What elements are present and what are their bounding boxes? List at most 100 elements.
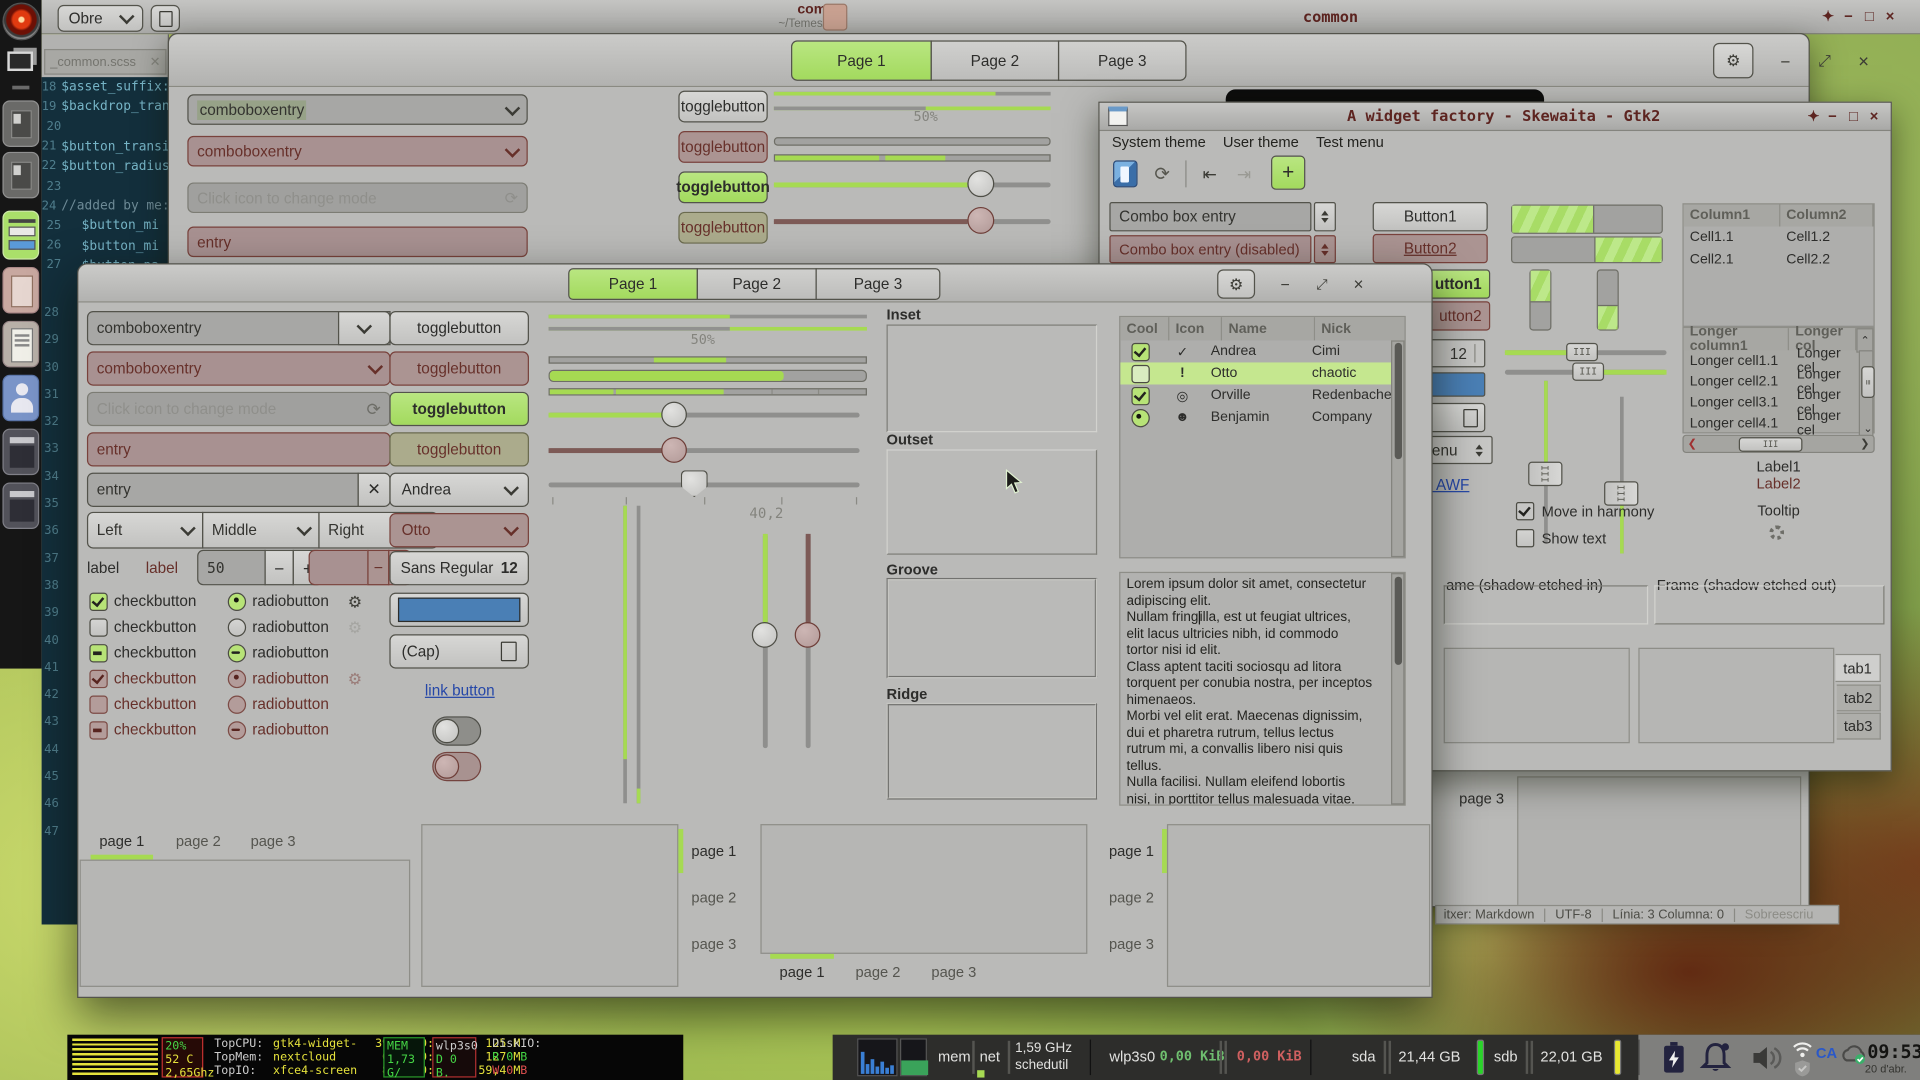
dock-item-notes[interactable] [2,267,39,314]
radio-mixed-icon[interactable] [228,643,246,661]
chevron-down-icon[interactable] [505,100,521,116]
front-spinbutton[interactable]: 50 − + [197,551,323,584]
combo-left[interactable]: Left [87,512,203,549]
common-minimize-button[interactable]: − [1774,47,1796,76]
common-maximize-button[interactable]: ⤢ [1813,47,1835,76]
table-cell[interactable]: Longer cel [1791,413,1859,434]
vertical-scrollbar[interactable] [1391,340,1404,557]
toolbar-refresh-icon[interactable]: ⟳ [1150,160,1174,187]
nb1-tab-page2[interactable]: page 2 [168,828,229,855]
panel-sdb-label[interactable]: sdb [1494,1048,1518,1065]
front-togglebutton-1[interactable]: togglebutton [389,311,529,345]
dock-item-file1[interactable] [2,100,39,147]
toolbar-add-button[interactable]: + [1271,156,1305,190]
front-textview[interactable]: Lorem ipsum dolor sit amet, consectetur … [1119,572,1406,806]
front-combo-name[interactable]: Andrea [389,473,529,507]
table-cell[interactable]: Longer cell4.1 [1684,413,1791,434]
nb4-tab-page3[interactable]: page 3 [1101,922,1162,966]
front-file-button[interactable]: (Cap) [389,634,529,668]
checkbox-checked-icon[interactable] [1131,342,1149,360]
gtk2-vslider-2[interactable]: III [1609,397,1636,554]
front-tab-page2[interactable]: Page 2 [697,268,817,300]
column-header-cool[interactable]: Cool [1120,317,1169,340]
panel-wlp-label[interactable]: wlp3s0 [1109,1048,1155,1065]
table-row[interactable]: ◎ Orville Redenbacher [1120,384,1404,406]
nb1-tab-page1[interactable]: page 1 [91,828,153,855]
checkbox-mixed-icon[interactable] [89,643,107,661]
notification-bell-icon[interactable] [1700,1042,1732,1074]
common-gear-button[interactable]: ⚙ [1713,43,1753,79]
shield-icon[interactable] [1793,1059,1813,1077]
scroll-up-button[interactable]: ⌃ [1857,328,1874,352]
table-cell[interactable]: Longer cell3.1 [1684,392,1791,413]
radio-checked-icon[interactable] [228,592,246,610]
table-cell[interactable]: Cell2.1 [1684,249,1781,271]
vertical-scrollbar[interactable]: ≡ ⌄ [1859,350,1874,437]
table-row-selected[interactable]: ! Otto chaotic [1120,362,1404,384]
front-color-button[interactable] [389,593,529,627]
common-tab-page1[interactable]: Page 1 [791,40,932,80]
wifi-icon[interactable] [1791,1041,1813,1058]
column-header-name[interactable]: Name [1222,317,1315,340]
close-button[interactable]: × [1886,7,1895,24]
gtk2-hscrollbar[interactable]: ❮ III ❯ [1682,435,1874,453]
combo-middle[interactable]: Middle [202,512,320,549]
dock-item-terminal2[interactable] [2,482,39,529]
tab-close-icon[interactable]: ✕ [150,54,161,69]
nb3-tab-page1[interactable]: page 1 [770,959,834,986]
gtk2-button1[interactable]: Button1 [1373,202,1488,231]
menu-system-theme[interactable]: System theme [1112,133,1206,150]
front-link-button[interactable]: link button [425,682,495,699]
nb3-tab-page2[interactable]: page 2 [846,959,910,986]
dock-item-file2[interactable] [2,152,39,199]
column-header[interactable]: Column2 [1780,204,1873,226]
common-headerbar[interactable]: Page 1 Page 2 Page 3 ⚙ − ⤢ × [169,34,1809,87]
table-row[interactable]: ☻ Benjamin Company [1120,407,1404,429]
panel-mem-label[interactable]: mem [938,1048,971,1065]
common-slider-1[interactable] [774,167,1051,201]
open-button[interactable]: Obre [58,5,144,32]
gear-icon[interactable]: ⚙ [348,593,362,609]
new-tab-button[interactable] [151,5,180,32]
front-font-button[interactable]: Sans Regular 12 [389,551,529,585]
table-cell[interactable]: Cell1.2 [1780,227,1873,249]
checkbox-checked-icon[interactable] [1131,386,1149,404]
dock-item-terminal1[interactable] [2,429,39,476]
net-graph[interactable] [900,1038,927,1076]
gtk2-table1[interactable]: Column1 Column2 Cell1.1 Cell1.2 Cell2.1 … [1682,203,1874,327]
table-cell[interactable]: Longer cell1.1 [1684,350,1791,371]
maximize-button[interactable]: □ [1865,7,1874,24]
gtk2-close-button[interactable]: × [1870,108,1879,125]
front-vscale-thin-2[interactable] [637,506,641,804]
front-minimize-button[interactable]: − [1275,271,1296,298]
table-cell[interactable]: Longer cell2.1 [1684,371,1791,392]
table-cell[interactable]: Cell2.2 [1780,249,1873,271]
table-row[interactable]: ✓ Andrea Cimi [1120,340,1404,362]
menu-user-theme[interactable]: User theme [1223,133,1299,150]
column-header[interactable]: Column1 [1684,204,1780,226]
common-tab-page3[interactable]: Page 3 [1058,40,1187,80]
common-tab-page2[interactable]: Page 2 [931,40,1060,80]
gtk2-table2[interactable]: Longer column1 Longer col ⌃ Longer cell1… [1682,327,1874,434]
toolbar-sound-icon[interactable] [1113,160,1137,187]
gtk2-hslider-1[interactable]: III [1505,343,1667,363]
gtk2-titlebar[interactable]: A widget factory - Skewaita - Gtk2 ✦ − □… [1100,103,1891,131]
gtk2-hslider-2[interactable]: III [1505,362,1667,382]
front-table[interactable]: Cool Icon Name Nick ✓ Andrea Cimi ! Otto… [1119,316,1406,558]
nb2-tab-page3[interactable]: page 3 [683,922,744,966]
front-maximize-button[interactable]: ⤢ [1311,271,1332,298]
scroll-left-button[interactable]: ❮ [1684,436,1701,452]
front-vscale-thin-1[interactable] [623,506,627,804]
spin-value[interactable]: 50 [197,550,266,586]
front-togglebutton-3[interactable]: togglebutton [389,392,529,426]
spin-minus-button[interactable]: − [264,550,293,586]
front-switch-on[interactable] [432,716,481,745]
common-notebook-tab-page3[interactable]: page 3 [1446,782,1517,814]
volume-icon[interactable] [1751,1043,1783,1072]
panel-net-label[interactable]: net [980,1048,1000,1065]
editor-tab[interactable]: _common.scss ✕ [44,49,166,75]
checkbox-unchecked-icon[interactable] [89,618,107,636]
front-hslider-1[interactable] [549,400,860,429]
gtk2-maximize-button[interactable]: □ [1849,108,1858,125]
gtk2-stick-button[interactable]: ✦ [1807,108,1819,125]
